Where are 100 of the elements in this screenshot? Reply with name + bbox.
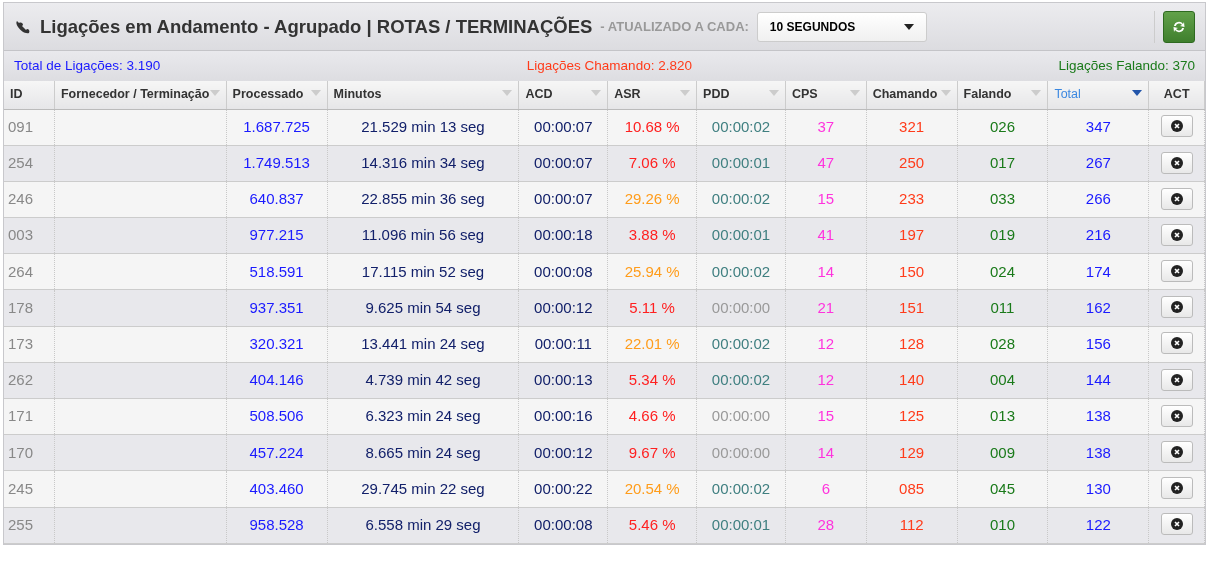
minutes-cell: 17.115 min 52 seg — [327, 253, 519, 290]
sort-icon — [209, 90, 220, 97]
close-icon — [1170, 446, 1183, 459]
total-cell: 156 — [1047, 326, 1149, 363]
processed-cell: 958.528 — [226, 507, 328, 544]
sort-icon — [849, 90, 860, 97]
minutes-cell: 13.441 min 24 seg — [327, 326, 519, 363]
asr-cell: 25.94 % — [607, 253, 697, 290]
pdd-cell: 00:00:00 — [696, 289, 786, 327]
refresh-button[interactable] — [1163, 10, 1195, 43]
sort-icon — [591, 90, 602, 97]
hangup-button[interactable] — [1160, 223, 1193, 246]
total-cell: 266 — [1047, 181, 1149, 218]
sort-icon — [310, 90, 321, 97]
cps-cell: 12 — [785, 326, 867, 363]
acd-cell: 00:00:13 — [518, 362, 608, 399]
cps-cell: 14 — [785, 434, 867, 471]
column-header[interactable]: Fornecedor / Terminação — [54, 81, 227, 109]
pdd-cell: 00:00:00 — [696, 398, 786, 435]
hangup-button[interactable] — [1160, 151, 1193, 174]
total-cell: 130 — [1047, 470, 1149, 508]
ringing-cell: 197 — [866, 217, 958, 254]
hangup-button[interactable] — [1160, 404, 1193, 427]
acd-cell: 00:00:07 — [518, 145, 608, 182]
hangup-button[interactable] — [1160, 260, 1193, 283]
minutes-cell: 6.323 min 24 seg — [327, 398, 519, 435]
ringing-cell: 085 — [866, 470, 958, 508]
hangup-button[interactable] — [1160, 187, 1193, 210]
column-header[interactable]: Processado — [226, 81, 328, 109]
asr-cell: 29.26 % — [607, 181, 697, 218]
acd-cell: 00:00:07 — [518, 181, 608, 218]
ringing-cell: 112 — [866, 507, 958, 544]
id-cell: 178 — [4, 289, 55, 327]
minutes-cell: 11.096 min 56 seg — [327, 217, 519, 254]
ringing-cell: 150 — [866, 253, 958, 290]
total-cell: 267 — [1047, 145, 1149, 182]
pdd-cell: 00:00:02 — [696, 109, 786, 146]
pdd-cell: 00:00:02 — [696, 326, 786, 363]
pdd-cell: 00:00:02 — [696, 362, 786, 399]
minutes-cell: 21.529 min 13 seg — [327, 109, 519, 146]
hangup-button[interactable] — [1160, 477, 1193, 500]
column-header[interactable]: Chamando — [866, 81, 958, 109]
processed-cell: 1.687.725 — [226, 109, 328, 146]
id-cell: 255 — [4, 507, 55, 544]
processed-cell: 457.224 — [226, 434, 328, 471]
processed-cell: 320.321 — [226, 326, 328, 363]
hangup-button[interactable] — [1160, 513, 1193, 536]
total-cell: 162 — [1047, 289, 1149, 327]
hangup-button[interactable] — [1160, 441, 1193, 464]
cps-cell: 47 — [785, 145, 867, 182]
cps-cell: 21 — [785, 289, 867, 327]
column-header[interactable]: Minutos — [327, 81, 519, 109]
pdd-cell: 00:00:02 — [696, 253, 786, 290]
pdd-cell: 00:00:02 — [696, 470, 786, 508]
processed-cell: 1.749.513 — [226, 145, 328, 182]
page-title: Ligações em Andamento - Agrupado | ROTAS / TERMINAÇÕES — [40, 14, 593, 39]
hangup-button[interactable] — [1160, 368, 1193, 391]
ringing-cell: 151 — [866, 289, 958, 327]
asr-cell: 9.67 % — [607, 434, 697, 471]
id-cell: 003 — [4, 217, 55, 254]
asr-cell: 3.88 % — [607, 217, 697, 254]
talking-cell: 028 — [957, 326, 1048, 363]
talking-calls-text: Ligações Falando: 370 — [1058, 56, 1195, 75]
hangup-button[interactable] — [1160, 296, 1193, 319]
ringing-cell: 233 — [866, 181, 958, 218]
cps-cell: 41 — [785, 217, 867, 254]
id-cell: 091 — [4, 109, 55, 146]
pdd-cell: 00:00:00 — [696, 434, 786, 471]
sort-icon — [502, 90, 513, 97]
sort-icon — [940, 90, 951, 97]
pdd-cell: 00:00:01 — [696, 145, 786, 182]
processed-cell: 508.506 — [226, 398, 328, 435]
ringing-cell: 125 — [866, 398, 958, 435]
hangup-button[interactable] — [1160, 115, 1193, 138]
total-calls-text: Total de Ligações: 3.190 — [14, 56, 161, 75]
minutes-cell: 6.558 min 29 seg — [327, 507, 519, 544]
close-icon — [1170, 120, 1183, 133]
column-header: ACT — [1148, 81, 1205, 109]
hangup-button[interactable] — [1160, 332, 1193, 355]
cps-cell: 15 — [785, 398, 867, 435]
column-header: ID — [4, 81, 55, 109]
caret-icon — [903, 23, 914, 30]
asr-cell: 5.34 % — [607, 362, 697, 399]
processed-cell: 937.351 — [226, 289, 328, 327]
acd-cell: 00:00:11 — [518, 326, 608, 363]
asr-cell: 5.46 % — [607, 507, 697, 544]
pdd-cell: 00:00:02 — [696, 181, 786, 218]
interval-dropdown[interactable]: 10 SEGUNDOS — [756, 11, 927, 42]
column-header[interactable]: CPS — [785, 81, 867, 109]
asr-cell: 22.01 % — [607, 326, 697, 363]
column-header[interactable]: ASR — [607, 81, 697, 109]
id-cell: 173 — [4, 326, 55, 363]
column-header[interactable]: PDD — [696, 81, 786, 109]
total-cell: 138 — [1047, 434, 1149, 471]
minutes-cell: 9.625 min 54 seg — [327, 289, 519, 327]
ringing-cell: 128 — [866, 326, 958, 363]
asr-cell: 7.06 % — [607, 145, 697, 182]
column-header[interactable]: ACD — [518, 81, 608, 109]
asr-cell: 10.68 % — [607, 109, 697, 146]
column-header[interactable]: Falando — [957, 81, 1048, 109]
